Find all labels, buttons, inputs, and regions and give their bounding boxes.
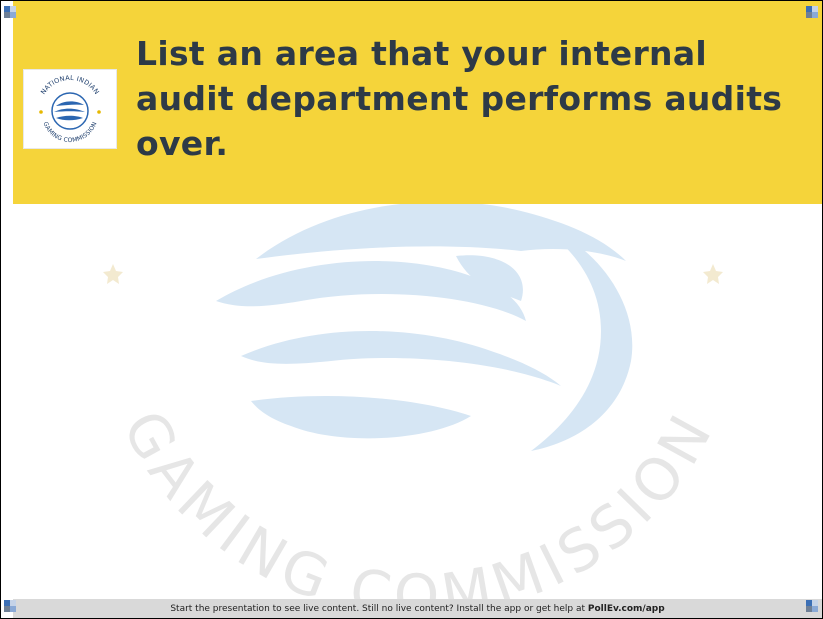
footer-text: Start the presentation to see live conte… xyxy=(170,604,588,614)
pollev-link[interactable]: PollEv.com/app xyxy=(588,604,665,614)
corner-handle-bottom-right[interactable] xyxy=(806,600,818,612)
slide-frame: GAMING COMMISSION NATIONAL INDIAN GAMING… xyxy=(0,0,823,619)
nigc-seal-icon: NATIONAL INDIAN GAMING COMMISSION xyxy=(37,74,103,144)
corner-handle-bottom-left[interactable] xyxy=(4,600,16,612)
nigc-logo: NATIONAL INDIAN GAMING COMMISSION xyxy=(23,69,117,149)
watermark-star-left xyxy=(103,264,123,284)
poll-footer: Start the presentation to see live conte… xyxy=(13,599,822,618)
watermark-star-right xyxy=(703,264,723,284)
poll-question-title: List an area that your internal audit de… xyxy=(136,34,783,163)
corner-handle-top-left[interactable] xyxy=(4,6,16,18)
watermark-eagle-icon xyxy=(216,201,633,451)
corner-handle-top-right[interactable] xyxy=(806,6,818,18)
